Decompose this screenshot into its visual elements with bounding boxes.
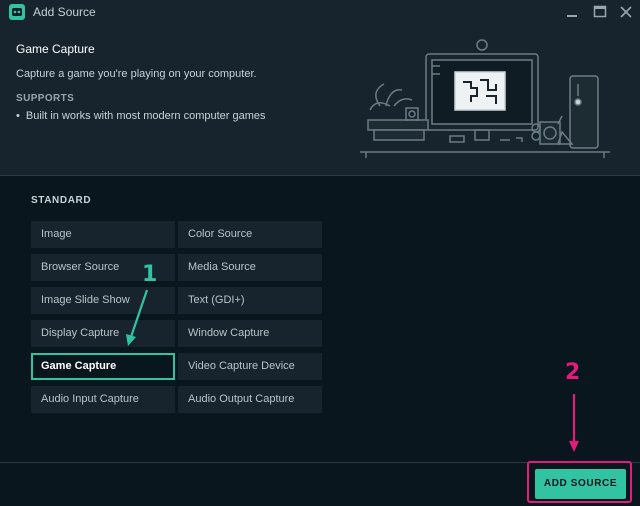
window-title: Add Source [33, 5, 96, 19]
source-description: Capture a game you're playing on your co… [16, 68, 257, 80]
source-tile-image-slide-show[interactable]: Image Slide Show [31, 287, 175, 314]
source-tile-media-source[interactable]: Media Source [178, 254, 322, 281]
gaming-desk-illustration [360, 39, 610, 158]
category-heading: STANDARD [31, 195, 92, 206]
source-tile-window-capture[interactable]: Window Capture [178, 320, 322, 347]
support-item: • Built in works with most modern compute… [16, 110, 266, 122]
supports-label: SUPPORTS [16, 93, 75, 104]
source-title: Game Capture [16, 42, 95, 56]
close-icon[interactable] [618, 4, 634, 20]
annotation-step-2: 2 [565, 360, 581, 385]
add-source-button[interactable]: ADD SOURCE [535, 469, 626, 499]
source-tile-game-capture[interactable]: Game Capture [31, 353, 175, 380]
minimize-icon[interactable] [564, 4, 580, 20]
source-tile-video-capture-device[interactable]: Video Capture Device [178, 353, 322, 380]
bullet-icon: • [16, 110, 20, 122]
source-tile-audio-output-capture[interactable]: Audio Output Capture [178, 386, 322, 413]
robot-face-icon [9, 4, 25, 20]
maximize-icon[interactable] [592, 4, 608, 20]
source-tile-audio-input-capture[interactable]: Audio Input Capture [31, 386, 175, 413]
source-tile-image[interactable]: Image [31, 221, 175, 248]
support-item-text: Built in works with most modern computer… [25, 110, 266, 122]
title-bar: Add Source [0, 0, 640, 24]
source-tile-display-capture[interactable]: Display Capture [31, 320, 175, 347]
annotation-step-1: 1 [142, 262, 158, 287]
source-tile-text-gdi[interactable]: Text (GDI+) [178, 287, 322, 314]
source-list-panel [0, 176, 640, 462]
source-tile-color-source[interactable]: Color Source [178, 221, 322, 248]
